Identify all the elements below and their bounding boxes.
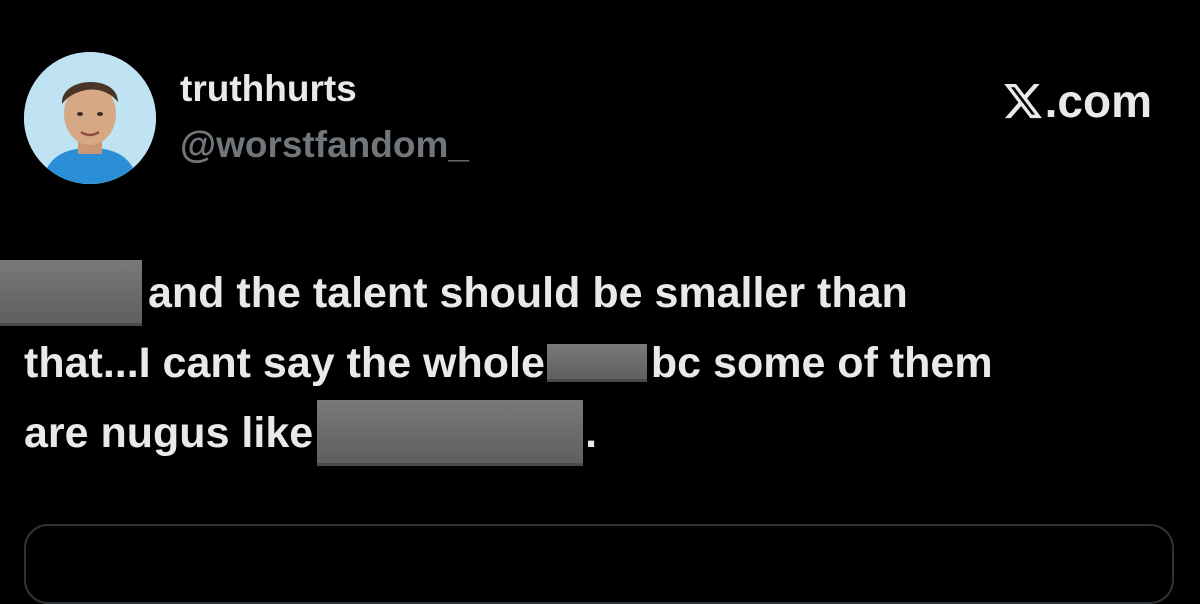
post-text-segment: .	[585, 409, 598, 457]
brand-watermark: .com	[1002, 78, 1152, 124]
redaction-block	[317, 400, 584, 466]
post-line-2: that...I cant say the whole bc some of t…	[24, 328, 1184, 398]
x-logo-icon	[1003, 83, 1042, 119]
post-text: and the talent should be smaller than th…	[0, 258, 1184, 468]
quoted-card[interactable]	[24, 524, 1174, 604]
post-text-segment: that...I cant say the whole	[24, 339, 545, 387]
author-display-name[interactable]: truthhurts	[180, 70, 357, 107]
brand-domain: .com	[1044, 75, 1152, 127]
redaction-block	[546, 344, 647, 382]
post-line-1: and the talent should be smaller than	[0, 258, 1184, 328]
post-line-3: are nugus like .	[24, 398, 1184, 468]
author-handle[interactable]: @worstfandom_	[180, 126, 469, 163]
post-text-segment: and the talent should be smaller than	[148, 269, 908, 317]
post-text-segment: are nugus like	[24, 409, 314, 457]
post-text-segment: bc some of them	[650, 339, 993, 387]
profile-photo	[24, 52, 156, 184]
redaction-block	[0, 260, 142, 326]
avatar[interactable]	[24, 52, 156, 184]
